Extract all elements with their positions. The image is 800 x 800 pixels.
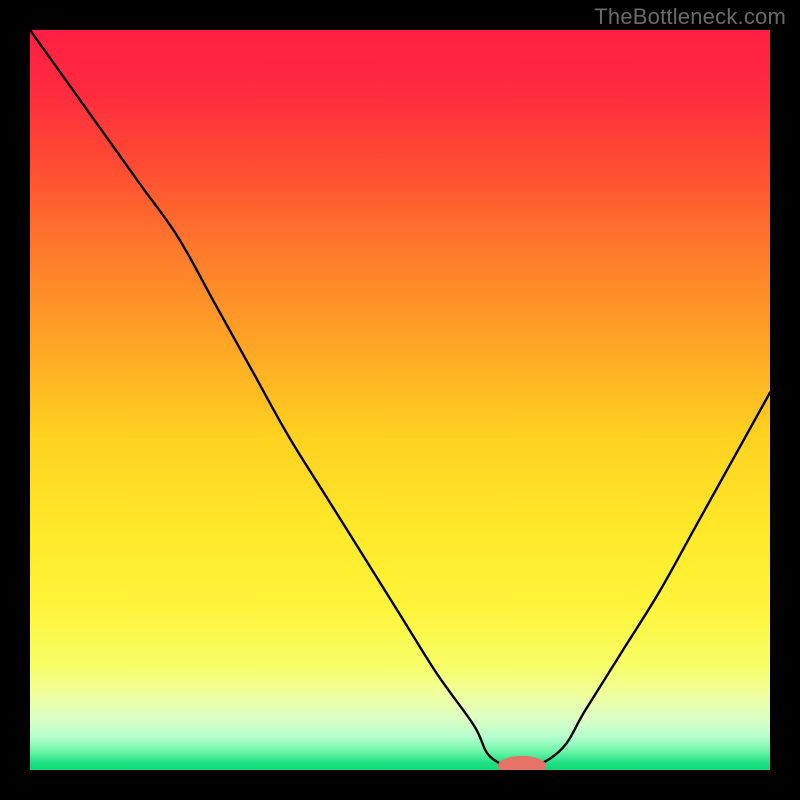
chart-frame: TheBottleneck.com bbox=[0, 0, 800, 800]
plot-svg bbox=[30, 30, 770, 770]
plot-area bbox=[30, 30, 770, 770]
watermark-text: TheBottleneck.com bbox=[594, 4, 786, 30]
gradient-background bbox=[30, 30, 770, 770]
